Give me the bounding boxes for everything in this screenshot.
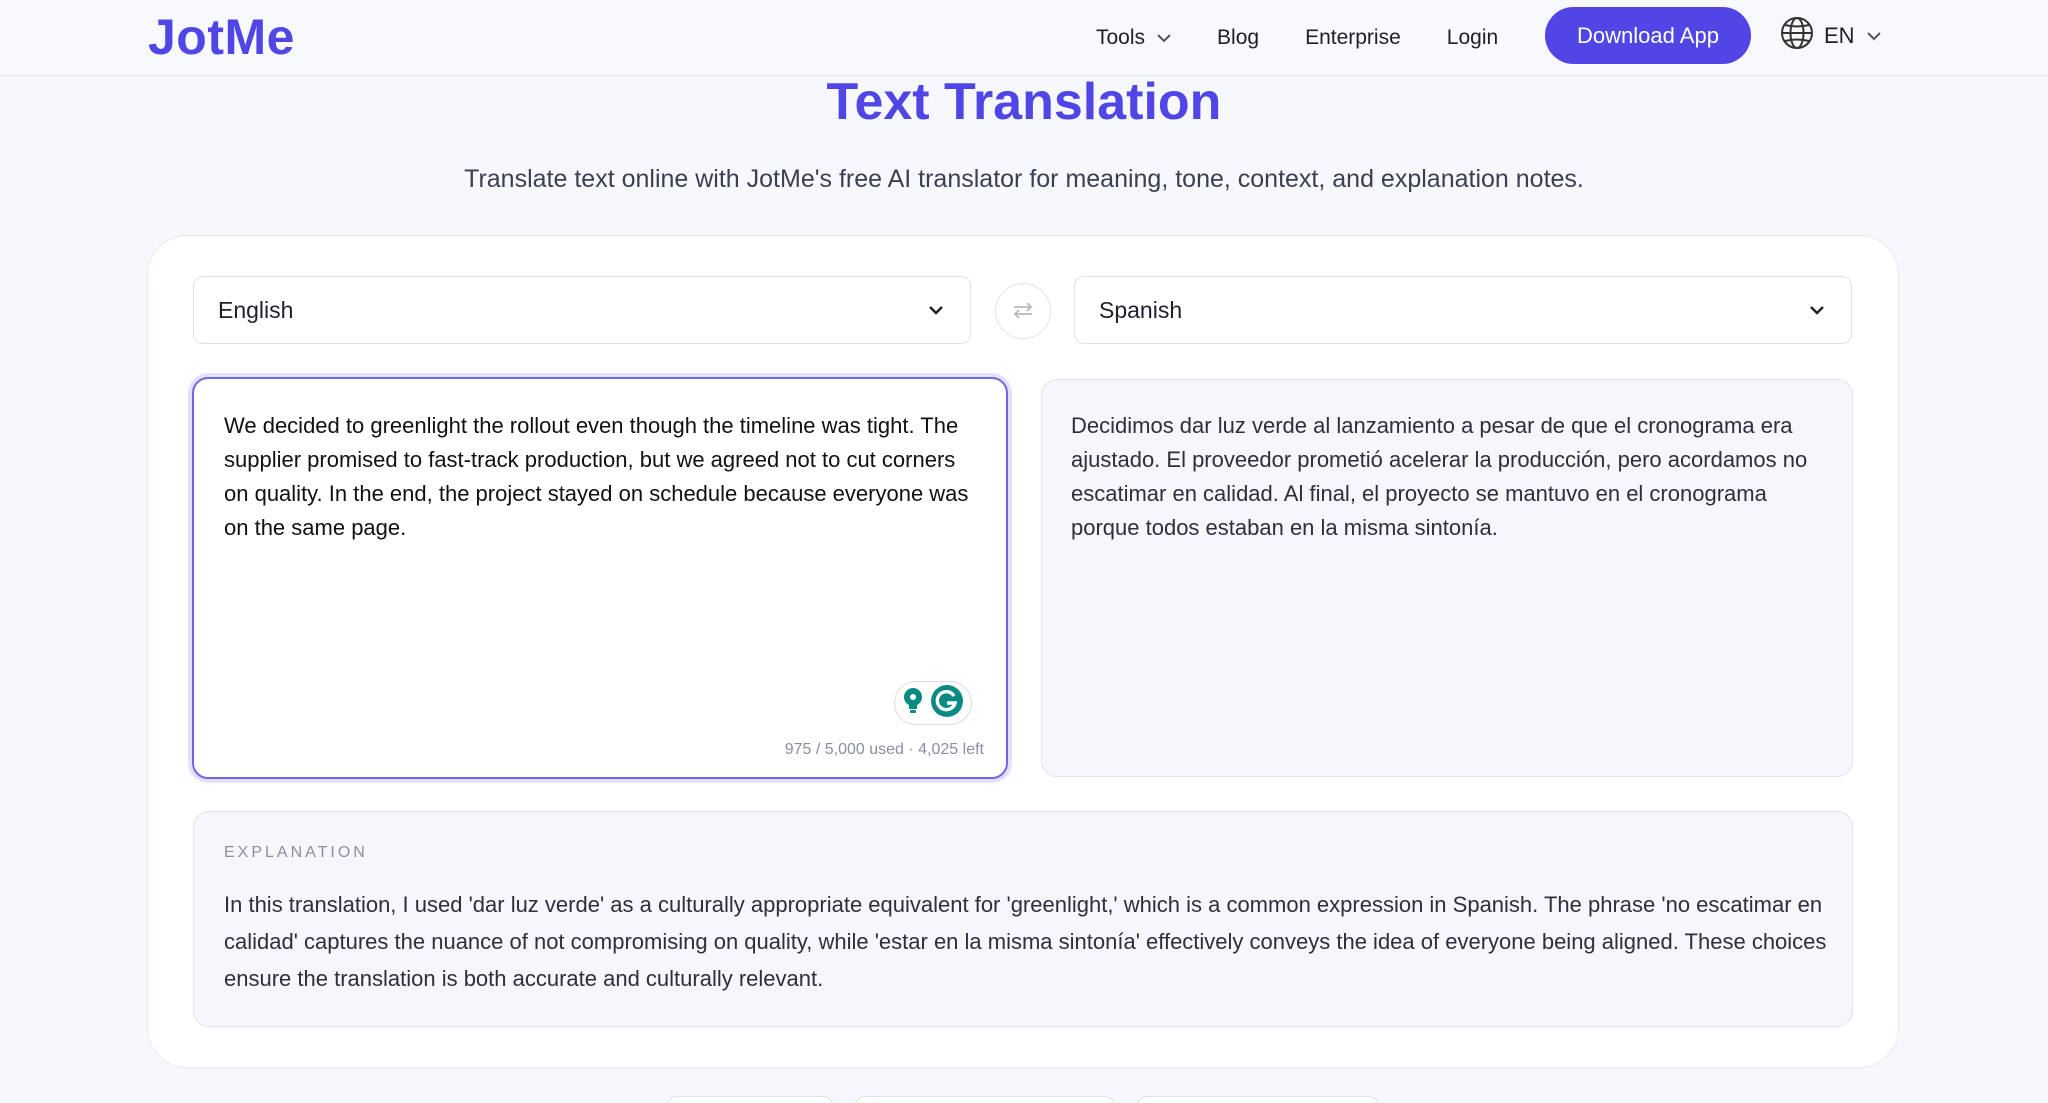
source-language-value: English [218,296,294,323]
language-code: EN [1824,23,1855,48]
explanation-label: EXPLANATION [224,844,368,861]
source-text-value[interactable]: We decided to greenlight the rollout eve… [224,409,984,545]
nav-blog[interactable]: Blog [1217,26,1259,50]
explanation-text: In this translation, I used 'dar luz ver… [224,892,1827,991]
nav-enterprise[interactable]: Enterprise [1305,26,1401,50]
writing-assist-icons[interactable] [894,681,972,725]
chevron-down-icon [1157,30,1171,46]
translation-output-text: Decidimos dar luz verde al lanzamiento a… [1071,413,1808,540]
page-title: Text Translation [826,73,1222,131]
language-switcher[interactable]: EN [1780,0,1891,72]
chevron-down-icon [1866,28,1891,44]
translation-output: Decidimos dar luz verde al lanzamiento a… [1041,379,1853,777]
swap-languages-button[interactable] [995,283,1051,339]
download-app-button[interactable]: Download App [1545,7,1751,64]
lightbulb-icon[interactable] [902,687,924,720]
globe-icon [1780,16,1824,56]
target-language-value: Spanish [1099,296,1183,323]
bottom-chip[interactable] [667,1096,833,1103]
nav-login[interactable]: Login [1447,26,1498,50]
target-language-select[interactable]: Spanish [1074,276,1852,344]
grammarly-icon[interactable] [930,684,964,723]
page-subtitle: Translate text online with JotMe's free … [464,165,1584,193]
explanation-panel: EXPLANATION In this translation, I used … [193,811,1853,1027]
chevron-down-icon [928,299,944,327]
nav-tools-label: Tools [1096,26,1146,49]
nav-tools[interactable]: Tools [1096,26,1171,50]
nav-links: Tools Blog Enterprise Login [1096,0,1544,76]
bottom-chip[interactable] [1137,1096,1379,1103]
source-language-select[interactable]: English [193,276,971,344]
swap-icon [1011,301,1035,322]
source-text-input[interactable]: We decided to greenlight the rollout eve… [192,377,1008,779]
chevron-down-icon [1809,299,1825,327]
navbar: JotMe Tools Blog Enterprise Login Downlo… [0,0,2048,76]
character-counter: 975 / 5,000 used · 4,025 left [784,741,984,758]
logo[interactable]: JotMe [148,8,295,66]
bottom-chip[interactable] [855,1096,1115,1103]
